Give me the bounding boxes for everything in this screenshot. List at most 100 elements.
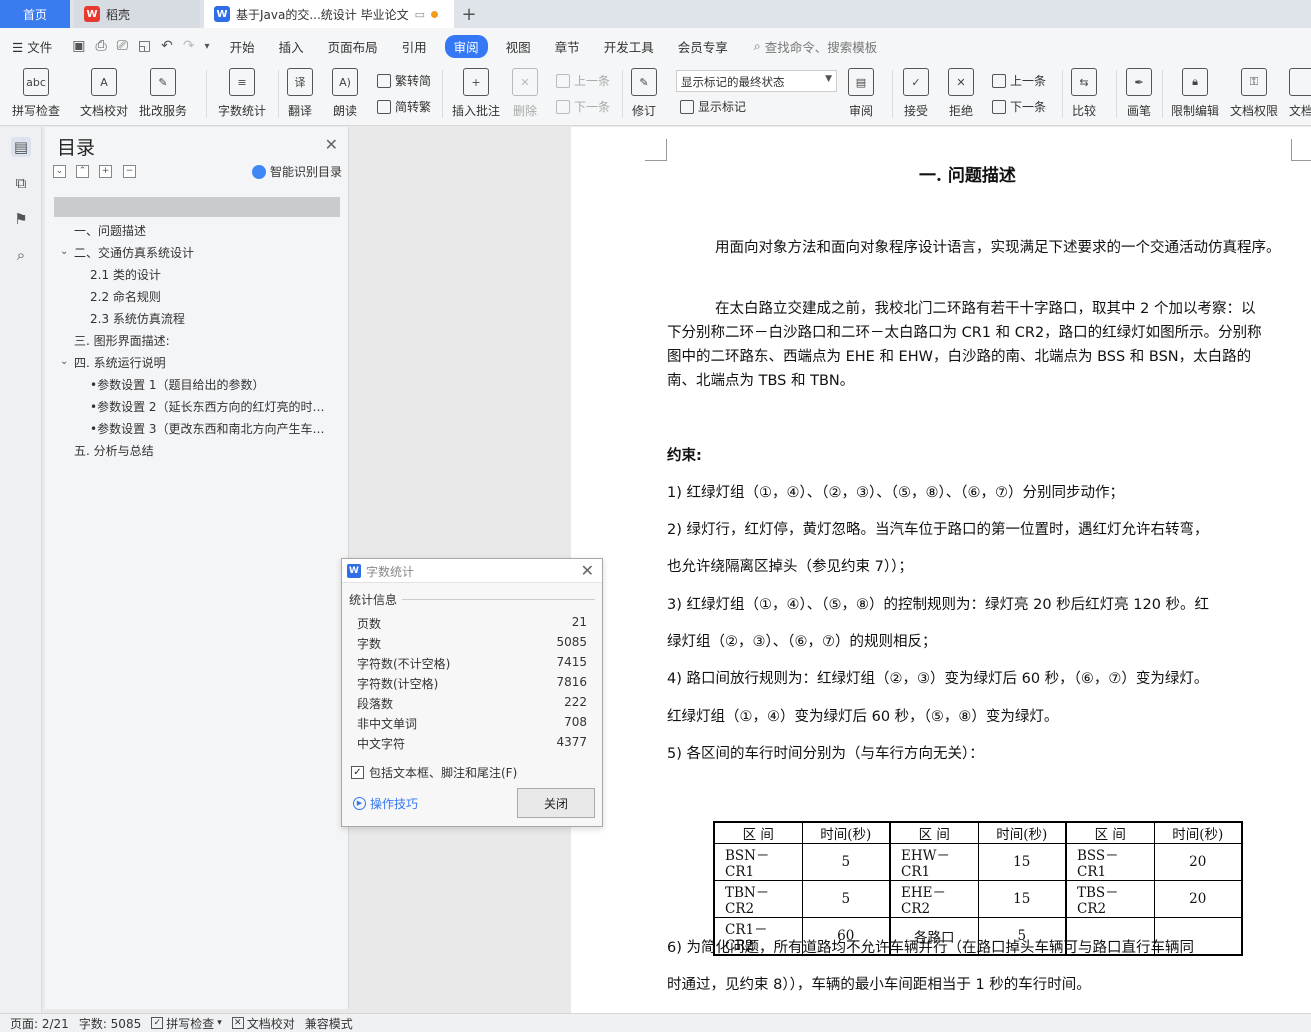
chevron-down-icon[interactable]: ⌄	[60, 356, 68, 367]
menu-view[interactable]: 视图	[494, 37, 543, 56]
doc-proof-status[interactable]: ✕ 文档校对	[222, 1015, 295, 1032]
read-aloud-button[interactable]: A) 朗读	[332, 68, 358, 119]
prev-comment-icon	[556, 73, 570, 88]
word-count-indicator[interactable]: 字数: 5085	[69, 1015, 141, 1032]
toc-item[interactable]: •参数设置 1（题目给出的参数）	[90, 376, 265, 393]
stat-value: 708	[564, 715, 587, 729]
print-icon[interactable]: ⎚	[117, 38, 128, 54]
doc-more-icon	[1289, 68, 1311, 96]
remove-heading-icon[interactable]: −	[123, 165, 136, 178]
toc-item[interactable]: 四. 系统运行说明	[74, 354, 166, 371]
constraint-line: 5) 各区间的车行时间分别为（与车行方向无关）：	[667, 746, 984, 762]
toc-item[interactable]: 一、问题描述	[74, 222, 146, 239]
chapter-icon[interactable]: ⧉	[11, 173, 31, 193]
spellcheck-button[interactable]: abc 拼写检查	[12, 68, 60, 119]
insert-comment-button[interactable]: + 插入批注	[452, 68, 500, 119]
compare-button[interactable]: ⇆ 比较	[1071, 68, 1097, 119]
bookmark-icon[interactable]: ⚑	[11, 209, 31, 229]
redo-icon[interactable]: ↷	[183, 38, 195, 54]
tab-bar: 首页 W 稻壳 W 基于Java的交...统设计 毕业论文 ▭ +	[0, 0, 1311, 28]
word-count-button[interactable]: ≡ 字数统计	[218, 68, 266, 119]
collapse-all-icon[interactable]: ⌄	[53, 165, 66, 178]
outline-icon[interactable]: ▤	[11, 137, 31, 157]
reject-button[interactable]: ✕ 拒绝	[948, 68, 974, 119]
toc-item[interactable]: 三. 图形界面描述:	[74, 332, 170, 349]
prev-change-button[interactable]: 上一条	[992, 72, 1046, 89]
document-page[interactable]: 一. 问题描述 用面向对象方法和面向对象程序设计语言，实现满足下述要求的一个交通…	[571, 127, 1311, 1013]
menu-devtools[interactable]: 开发工具	[592, 37, 666, 56]
undo-icon[interactable]: ↶	[161, 38, 173, 54]
new-tab-button[interactable]: +	[454, 0, 484, 28]
doc-proof-button[interactable]: A 文档校对	[80, 68, 128, 119]
doc-permission-icon: ⚿	[1241, 68, 1267, 96]
monitor-icon[interactable]: ▭	[415, 8, 425, 21]
toc-item[interactable]: 二、交通仿真系统设计	[74, 244, 194, 261]
spellcheck-status[interactable]: ✓ 拼写检查 ▾	[141, 1015, 222, 1032]
prev-change-icon	[992, 73, 1006, 88]
toc-item[interactable]: •参数设置 2（延长东西方向的红灯亮的时…	[90, 398, 325, 415]
table-cell: EHW－CR1	[889, 843, 979, 881]
toc-item[interactable]: •参数设置 3（更改东西和南北方向产生车…	[90, 420, 325, 437]
close-icon[interactable]: ✕	[325, 135, 338, 154]
menu-insert[interactable]: 插入	[267, 37, 316, 56]
chevron-down-icon[interactable]: ⌄	[60, 246, 68, 257]
annotate-service-button[interactable]: ✎ 批改服务	[139, 68, 187, 119]
show-markup-button[interactable]: 显示标记	[680, 98, 746, 115]
pen-button[interactable]: ✒ 画笔	[1126, 68, 1152, 119]
next-change-button[interactable]: 下一条	[992, 98, 1046, 115]
tab-home[interactable]: 首页	[0, 0, 70, 28]
translate-button[interactable]: 译 翻译	[287, 68, 313, 119]
customize-dropdown-icon[interactable]: ▾	[205, 41, 210, 52]
export-pdf-icon[interactable]: ⎙	[95, 38, 106, 54]
command-search-placeholder: 查找命令、搜索模板	[764, 39, 878, 55]
next-comment-button[interactable]: 下一条	[556, 98, 610, 115]
table-cell: TBS－CR2	[1065, 880, 1155, 918]
restrict-edit-button[interactable]: 🔒︎ 限制编辑	[1171, 68, 1219, 119]
stat-row: 字符数(计空格) 7816	[357, 675, 587, 692]
file-menu[interactable]: ☰ 文件	[0, 37, 64, 56]
revise-button[interactable]: ✎ 修订	[631, 68, 657, 119]
menu-layout[interactable]: 页面布局	[316, 37, 390, 56]
smart-toc-button[interactable]: 智能识别目录	[251, 163, 342, 180]
find-icon[interactable]: ⌕	[11, 245, 31, 265]
delete-comment-button[interactable]: ✕ 删除	[512, 68, 538, 119]
menu-member[interactable]: 会员专享	[666, 37, 740, 56]
doc-permission-label: 文档权限	[1230, 104, 1279, 118]
page-indicator[interactable]: 页面: 2/21	[0, 1015, 69, 1032]
doc-permission-button[interactable]: ⚿ 文档权限	[1230, 68, 1278, 119]
command-search[interactable]: ⌕ 查找命令、搜索模板	[740, 37, 878, 56]
include-footnotes-checkbox[interactable]: ✓ 包括文本框、脚注和尾注(F)	[351, 764, 517, 781]
expand-up-icon[interactable]: ⌃	[76, 165, 89, 178]
prev-comment-button[interactable]: 上一条	[556, 72, 610, 89]
stat-row: 页数 21	[357, 615, 587, 632]
accept-button[interactable]: ✓ 接受	[903, 68, 929, 119]
dialog-titlebar[interactable]: W 字数统计 ✕	[342, 559, 602, 583]
proof-icon: ✕	[231, 1017, 244, 1029]
close-icon[interactable]: ✕	[581, 561, 594, 580]
markup-state-select[interactable]: 显示标记的最终状态 ▼	[676, 70, 837, 92]
doc-more-button[interactable]: 文档	[1289, 68, 1311, 119]
toc-item[interactable]: 2.2 命名规则	[90, 288, 161, 305]
save-icon[interactable]: ▣	[72, 38, 85, 54]
toc-item[interactable]: 2.1 类的设计	[90, 266, 161, 283]
trad-to-simp-button[interactable]: 繁转简	[377, 72, 431, 89]
toc-item[interactable]: 五. 分析与总结	[74, 442, 154, 459]
close-button[interactable]: 关闭	[517, 788, 595, 818]
menu-start[interactable]: 开始	[218, 37, 267, 56]
menu-review[interactable]: 审阅	[444, 34, 488, 58]
tips-link[interactable]: ▶ 操作技巧	[353, 795, 418, 812]
simp-to-trad-button[interactable]: 简转繁	[377, 98, 431, 115]
menu-chapter[interactable]: 章节	[543, 37, 592, 56]
word-count-icon: ≡	[229, 68, 255, 96]
toc-item[interactable]: 2.3 系统仿真流程	[90, 310, 185, 327]
print-preview-icon[interactable]: ◱	[138, 38, 151, 54]
restrict-edit-label: 限制编辑	[1171, 104, 1220, 118]
ribbon-divider	[1116, 70, 1117, 118]
add-heading-icon[interactable]: +	[99, 165, 112, 178]
review-pane-button[interactable]: ▤ 审阅	[848, 68, 874, 119]
tab-document[interactable]: W 基于Java的交...统设计 毕业论文 ▭	[204, 0, 454, 28]
tab-daoke[interactable]: W 稻壳	[74, 0, 200, 28]
simp-to-trad-icon	[377, 99, 391, 114]
stat-row: 字数 5085	[357, 635, 587, 652]
menu-reference[interactable]: 引用	[390, 37, 439, 56]
